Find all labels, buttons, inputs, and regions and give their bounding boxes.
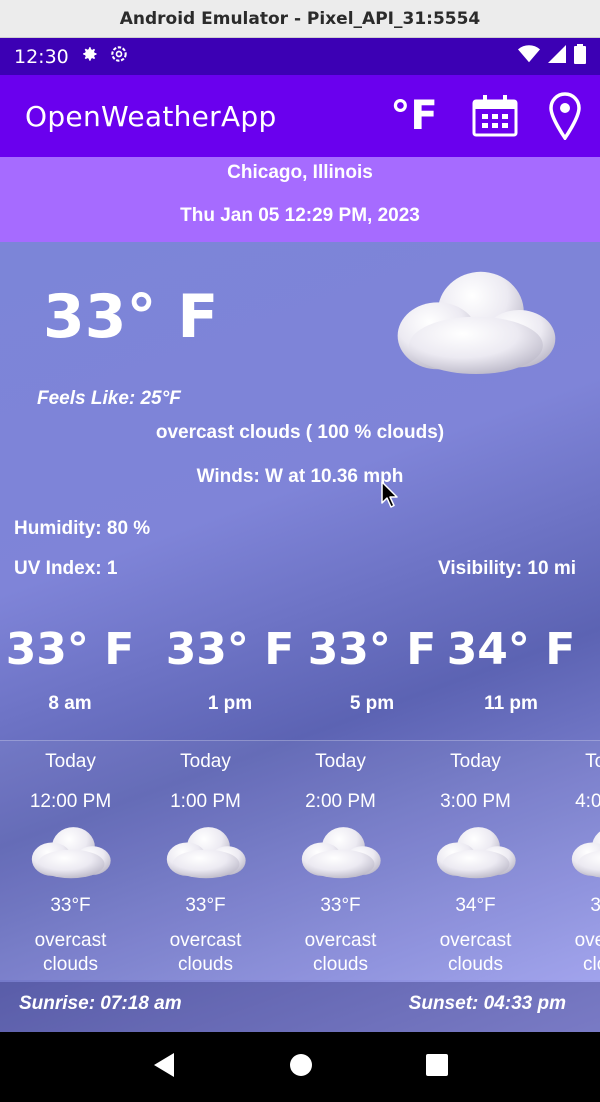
- gear-icon: [79, 44, 99, 69]
- hourly-temp: 33°F: [50, 895, 91, 916]
- period-forecast: 33° F 8 am 33° F 1 pm 33° F 5 pm 34° F 1…: [0, 624, 600, 724]
- period-label: 11 pm: [484, 693, 538, 714]
- period-temp: 33° F: [5, 624, 135, 675]
- app-bar: OpenWeatherApp °F: [0, 75, 600, 157]
- humidity: Humidity: 80 %: [14, 518, 151, 539]
- cloud-icon: [390, 264, 562, 384]
- feels-like: Feels Like: 25°F: [37, 388, 181, 409]
- hourly-card[interactable]: Today 1:00 PM 33°F overcast clouds: [138, 741, 273, 977]
- hourly-day: Today: [180, 751, 231, 772]
- period-item: 33° F 5 pm: [302, 624, 442, 715]
- period-item: 34° F 11 pm: [441, 624, 581, 715]
- cloud-icon: [408, 823, 543, 885]
- hourly-time: 1:00 PM: [170, 791, 241, 812]
- hourly-temp: 33°F: [185, 895, 226, 916]
- mouse-cursor-icon: [381, 481, 399, 514]
- window-title-bar: Android Emulator - Pixel_API_31:5554: [0, 0, 600, 38]
- home-icon[interactable]: [289, 1053, 313, 1082]
- hourly-temp: 34°F: [455, 895, 496, 916]
- city-name: Chicago, Illinois: [227, 162, 373, 183]
- calendar-icon[interactable]: [460, 75, 530, 157]
- hourly-card[interactable]: Today 2:00 PM 33°F overcast clouds: [273, 741, 408, 977]
- app-title: OpenWeatherApp: [25, 99, 277, 133]
- recents-icon[interactable]: [426, 1053, 449, 1081]
- hourly-card[interactable]: Today 3:00 PM 34°F overcast clouds: [408, 741, 543, 977]
- hourly-day: Today: [585, 751, 600, 772]
- current-datetime: Thu Jan 05 12:29 PM, 2023: [180, 205, 420, 226]
- period-item: 33° F 1 pm: [160, 624, 300, 715]
- period-temp: 33° F: [165, 624, 295, 675]
- status-bar: 12:30: [0, 38, 600, 75]
- hourly-temp: 33°F: [320, 895, 361, 916]
- period-temp: 34° F: [446, 624, 576, 675]
- hourly-time: 4:00 PM: [575, 791, 600, 812]
- cloud-icon: [543, 823, 600, 885]
- sunset-time: Sunset: 04:33 pm: [408, 993, 566, 1014]
- back-icon[interactable]: [152, 1052, 176, 1083]
- wifi-icon: [518, 45, 540, 68]
- weather-description: overcast clouds ( 100 % clouds): [155, 422, 445, 443]
- sun-times: Sunrise: 07:18 am Sunset: 04:33 pm: [0, 982, 600, 1032]
- location-pin-icon[interactable]: [530, 75, 600, 157]
- status-time: 12:30: [14, 45, 69, 68]
- hourly-time: 12:00 PM: [29, 791, 112, 812]
- period-temp: 33° F: [307, 624, 437, 675]
- unit-toggle-button[interactable]: °F: [382, 93, 446, 139]
- hourly-forecast-list[interactable]: Today 12:00 PM 33°F overcast clouds Toda…: [0, 740, 600, 980]
- hourly-card[interactable]: Today 12:00 PM 33°F overcast clouds: [3, 741, 138, 977]
- hourly-condition: overcast clouds: [574, 930, 600, 975]
- current-temperature: 33° F: [43, 282, 219, 352]
- hourly-day: Today: [450, 751, 501, 772]
- settings-icon: [109, 44, 129, 69]
- signal-icon: [548, 45, 566, 68]
- location-header: Chicago, Illinois Thu Jan 05 12:29 PM, 2…: [0, 157, 600, 242]
- uv-index: UV Index: 1: [14, 558, 118, 579]
- hourly-condition: overcast clouds: [439, 930, 512, 975]
- hourly-time: 3:00 PM: [440, 791, 511, 812]
- hourly-day: Today: [45, 751, 96, 772]
- hourly-condition: overcast clouds: [34, 930, 107, 975]
- cloud-icon: [273, 823, 408, 885]
- period-label: 8 am: [48, 693, 92, 714]
- hourly-temp: 34°F: [590, 895, 600, 916]
- hourly-condition: overcast clouds: [304, 930, 377, 975]
- visibility: Visibility: 10 mi: [438, 558, 576, 579]
- cloud-icon: [138, 823, 273, 885]
- hourly-card[interactable]: Today 4:00 PM 34°F overcast clouds: [543, 741, 600, 977]
- weather-main-panel: 33° F Feels Like: 25°F overcast clouds (…: [0, 242, 600, 1032]
- hourly-condition: overcast clouds: [169, 930, 242, 975]
- hourly-day: Today: [315, 751, 366, 772]
- window-title: Android Emulator - Pixel_API_31:5554: [119, 8, 481, 29]
- cloud-icon: [3, 823, 138, 885]
- period-item: 33° F 8 am: [0, 624, 140, 715]
- period-label: 5 pm: [349, 693, 395, 714]
- period-label: 1 pm: [207, 693, 253, 714]
- hourly-time: 2:00 PM: [305, 791, 376, 812]
- wind-info: Winds: W at 10.36 mph: [196, 466, 404, 487]
- battery-icon: [574, 44, 586, 69]
- sunrise-time: Sunrise: 07:18 am: [19, 993, 182, 1014]
- system-navigation-bar: [0, 1032, 600, 1102]
